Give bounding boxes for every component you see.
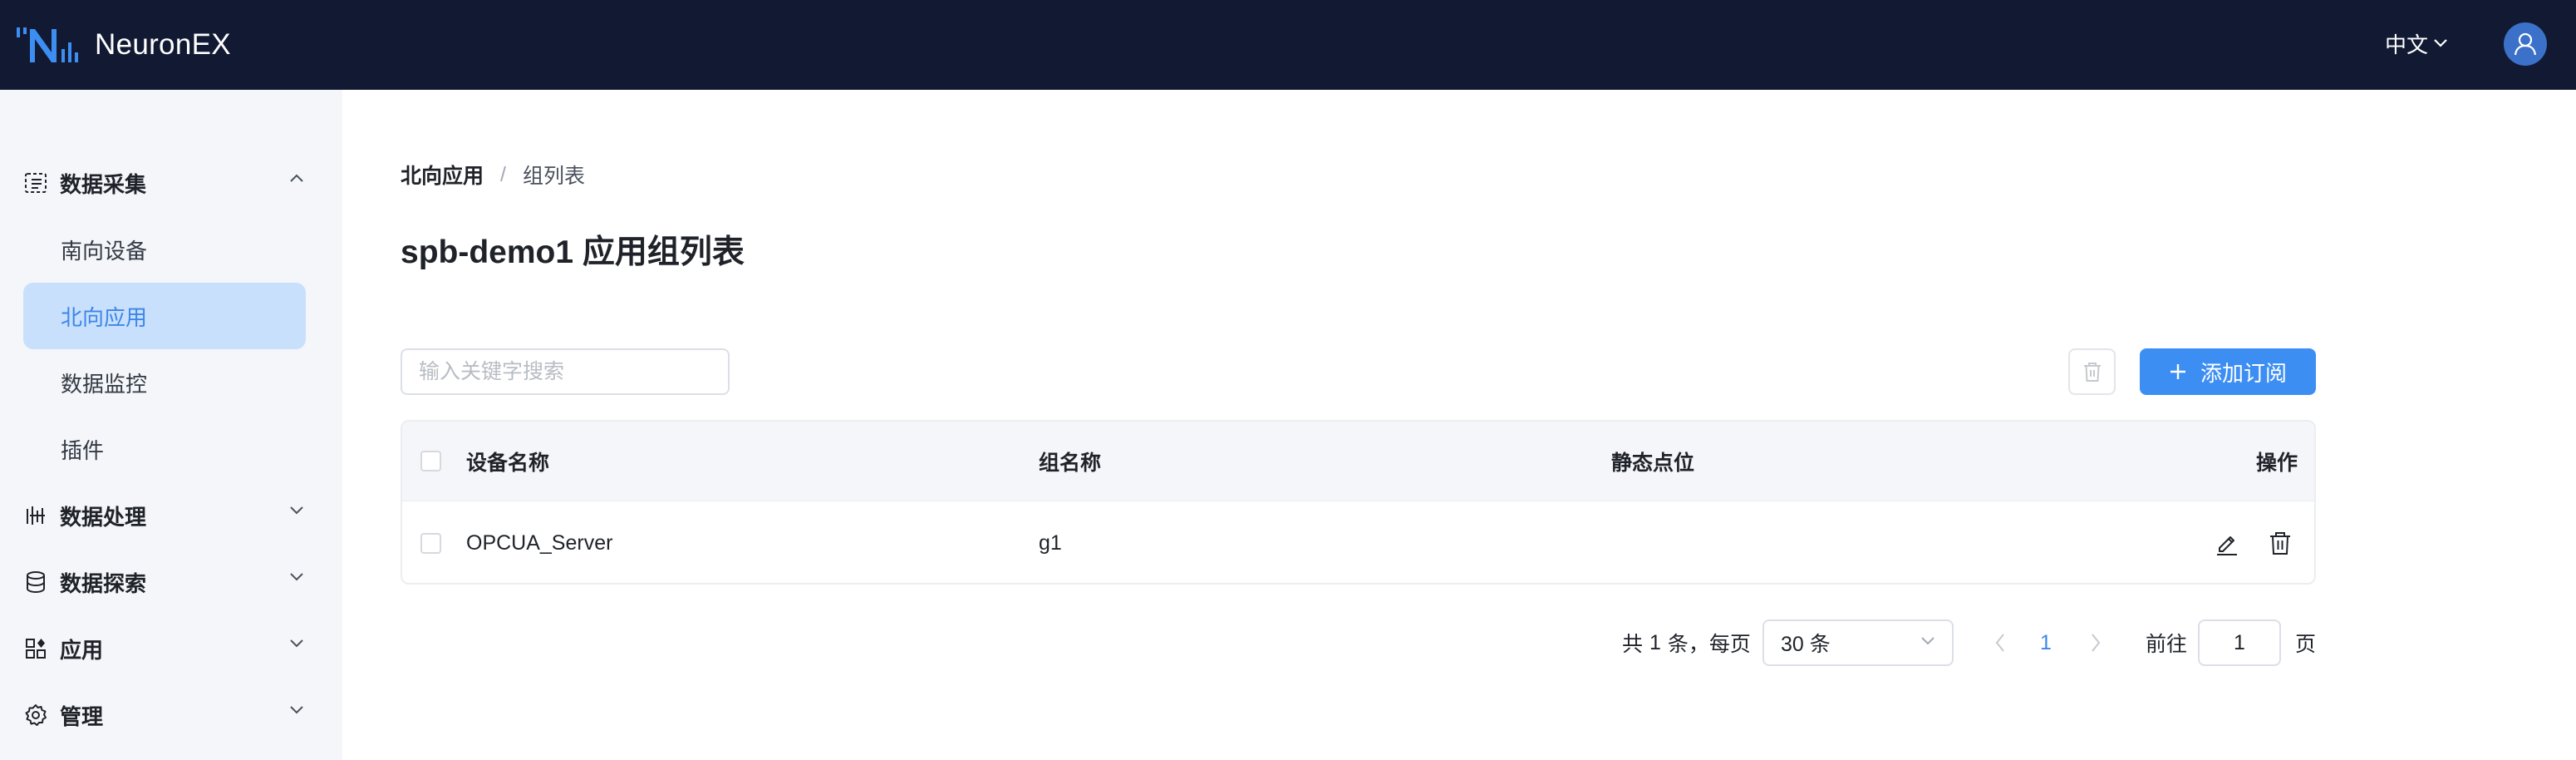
user-avatar[interactable]: [2504, 22, 2547, 66]
chevron-down-icon: [1921, 637, 1934, 645]
page-number-current[interactable]: 1: [2040, 619, 2052, 666]
sidebar-item-label: 插件: [61, 437, 105, 463]
select-all-checkbox[interactable]: [420, 451, 441, 471]
row-select-cell: [420, 501, 441, 583]
sidebar-group-data-collection[interactable]: 数据采集: [23, 158, 306, 208]
sidebar-group-management[interactable]: 管理: [23, 690, 306, 740]
search-input[interactable]: [401, 348, 730, 395]
select-all-cell: [420, 422, 441, 501]
column-header-group: 组名称: [1039, 451, 1102, 475]
edit-button[interactable]: [2214, 530, 2240, 556]
plus-icon: [2169, 363, 2187, 381]
sidebar-group-data-processing[interactable]: 数据处理: [23, 491, 306, 540]
cell-group-name: g1: [1039, 531, 1062, 555]
goto-page-input[interactable]: [2198, 619, 2281, 666]
cell-device-name: OPCUA_Server: [466, 531, 613, 555]
chevron-down-icon: [2434, 39, 2447, 47]
column-header-static-tags: 静态点位: [1611, 451, 1695, 475]
language-label: 中文: [2385, 32, 2429, 57]
edit-icon: [2217, 536, 2237, 555]
row-checkbox[interactable]: [420, 532, 441, 554]
breadcrumb-current: 组列表: [522, 165, 585, 188]
batch-delete-button[interactable]: [2068, 348, 2116, 395]
breadcrumb-separator: /: [500, 162, 506, 186]
chevron-down-icon: [290, 573, 303, 581]
pagination-total: 共 1 条，每页: [1622, 619, 1751, 666]
sidebar-item-plugins[interactable]: 插件: [23, 416, 306, 482]
chevron-down-icon: [290, 506, 303, 515]
app-logo[interactable]: NeuronEX: [17, 20, 231, 70]
sidebar-group-label: 数据采集: [60, 171, 147, 197]
sidebar-item-south-devices[interactable]: 南向设备: [23, 216, 306, 283]
pagination-total-prefix: 共: [1622, 633, 1644, 656]
sidebar-group-label: 数据探索: [60, 570, 147, 596]
breadcrumb: 北向应用 / 组列表: [401, 158, 585, 191]
sidebar-group-label: 管理: [60, 703, 104, 729]
table-row: OPCUA_Server g1: [402, 501, 2314, 583]
neuronex-logo-icon: [17, 27, 78, 62]
trash-icon: [2083, 363, 2101, 382]
sidebar-item-label: 数据监控: [61, 371, 148, 397]
sidebar-item-data-monitoring[interactable]: 数据监控: [23, 349, 306, 416]
gear-icon: [23, 703, 48, 728]
sidebar-item-north-apps[interactable]: 北向应用: [23, 283, 306, 349]
sidebar-group-data-exploration[interactable]: 数据探索: [23, 557, 306, 607]
language-selector[interactable]: 中文: [2385, 25, 2448, 62]
pagination-total-count: 1: [1649, 630, 1661, 654]
top-header: NeuronEX 中文: [0, 0, 2576, 90]
column-header-actions: 操作: [2255, 451, 2298, 475]
chevron-up-icon: [290, 174, 303, 182]
data-processing-icon: [23, 503, 48, 528]
sidebar: 数据采集 南向设备 北向应用 数据监控 插件 数据处理 数据探索 应用 管理: [0, 90, 342, 760]
database-icon: [23, 570, 48, 595]
table-header: 设备名称 组名称 静态点位 操作: [402, 422, 2314, 501]
page-size-select[interactable]: 30 条: [1762, 619, 1954, 666]
sidebar-group-label: 应用: [60, 637, 104, 663]
sidebar-group-label: 数据处理: [60, 504, 147, 530]
chevron-down-icon: [290, 639, 303, 648]
chevron-down-icon: [290, 706, 303, 714]
column-header-device: 设备名称: [466, 451, 550, 475]
breadcrumb-parent-link[interactable]: 北向应用: [401, 160, 484, 190]
user-icon: [2514, 32, 2537, 56]
page-size-value: 30 条: [1781, 633, 1831, 656]
prev-page-icon[interactable]: [1994, 632, 2006, 654]
trash-icon: [2270, 532, 2290, 555]
sidebar-item-label: 南向设备: [61, 238, 148, 264]
group-table: 设备名称 组名称 静态点位 操作 OPCUA_Server g1: [401, 420, 2316, 585]
delete-button[interactable]: [2269, 531, 2292, 555]
sidebar-group-apps[interactable]: 应用: [23, 624, 306, 674]
goto-label: 前往: [2146, 633, 2188, 656]
page-title: spb-demo1 应用组列表: [401, 234, 745, 270]
page-suffix-label: 页: [2295, 633, 2317, 656]
apps-icon: [23, 636, 48, 661]
sidebar-item-label: 北向应用: [61, 304, 148, 330]
pagination-total-suffix: 条，每页: [1667, 633, 1751, 656]
add-subscription-button[interactable]: 添加订阅: [2140, 348, 2316, 395]
row-actions: [2214, 501, 2292, 583]
add-subscription-label: 添加订阅: [2200, 360, 2287, 386]
app-title: NeuronEX: [95, 28, 231, 61]
next-page-icon[interactable]: [2090, 632, 2102, 654]
data-collection-icon: [23, 170, 48, 195]
